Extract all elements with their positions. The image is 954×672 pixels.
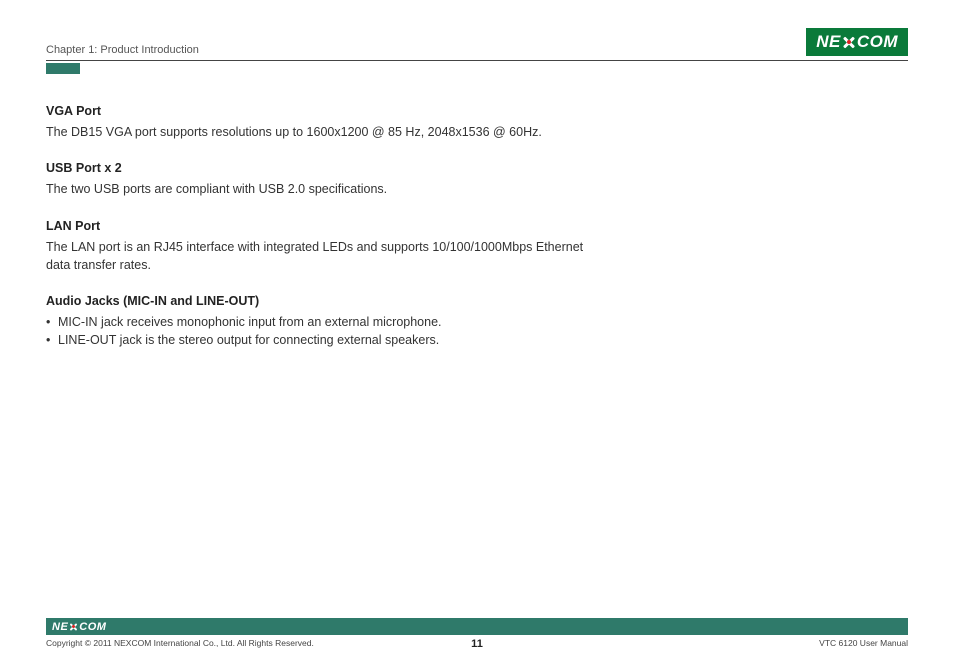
list-item: LINE-OUT jack is the stereo output for c…	[46, 331, 586, 349]
section-body: The two USB ports are compliant with USB…	[46, 180, 586, 198]
section-body: The LAN port is an RJ45 interface with i…	[46, 238, 586, 274]
section-title: USB Port x 2	[46, 159, 586, 177]
logo-x-icon	[69, 622, 78, 631]
section-title: Audio Jacks (MIC-IN and LINE-OUT)	[46, 292, 586, 310]
page-number: 11	[471, 638, 483, 650]
brand-left: NE	[52, 621, 68, 633]
square-icon	[898, 625, 908, 635]
section-body: The DB15 VGA port supports resolutions u…	[46, 123, 586, 141]
logo-x-icon	[842, 35, 856, 49]
footer-decoration	[889, 618, 908, 635]
section-title: LAN Port	[46, 217, 586, 235]
section-audio: Audio Jacks (MIC-IN and LINE-OUT) MIC-IN…	[46, 292, 586, 349]
chapter-label: Chapter 1: Product Introduction	[46, 44, 199, 56]
square-icon	[889, 618, 896, 625]
section-title: VGA Port	[46, 102, 586, 120]
brand-logo-top: NE COM	[806, 28, 908, 56]
page-footer: NE COM Copyright © 2011 NEXCOM Internati…	[46, 618, 908, 648]
footer-bar: NE COM	[46, 618, 908, 635]
section-lan: LAN Port The LAN port is an RJ45 interfa…	[46, 217, 586, 274]
list-item: MIC-IN jack receives monophonic input fr…	[46, 313, 586, 331]
brand-logo-footer: NE COM	[52, 621, 106, 633]
brand-left: NE	[816, 32, 841, 52]
copyright-text: Copyright © 2011 NEXCOM International Co…	[46, 638, 314, 648]
document-title: VTC 6120 User Manual	[819, 638, 908, 648]
brand-right: COM	[79, 621, 106, 633]
section-vga: VGA Port The DB15 VGA port supports reso…	[46, 102, 586, 141]
main-content: VGA Port The DB15 VGA port supports reso…	[46, 102, 586, 349]
header-rule	[46, 60, 908, 61]
audio-bullet-list: MIC-IN jack receives monophonic input fr…	[46, 313, 586, 349]
brand-right: COM	[857, 32, 898, 52]
section-usb: USB Port x 2 The two USB ports are compl…	[46, 159, 586, 198]
section-tab-marker	[46, 63, 80, 74]
